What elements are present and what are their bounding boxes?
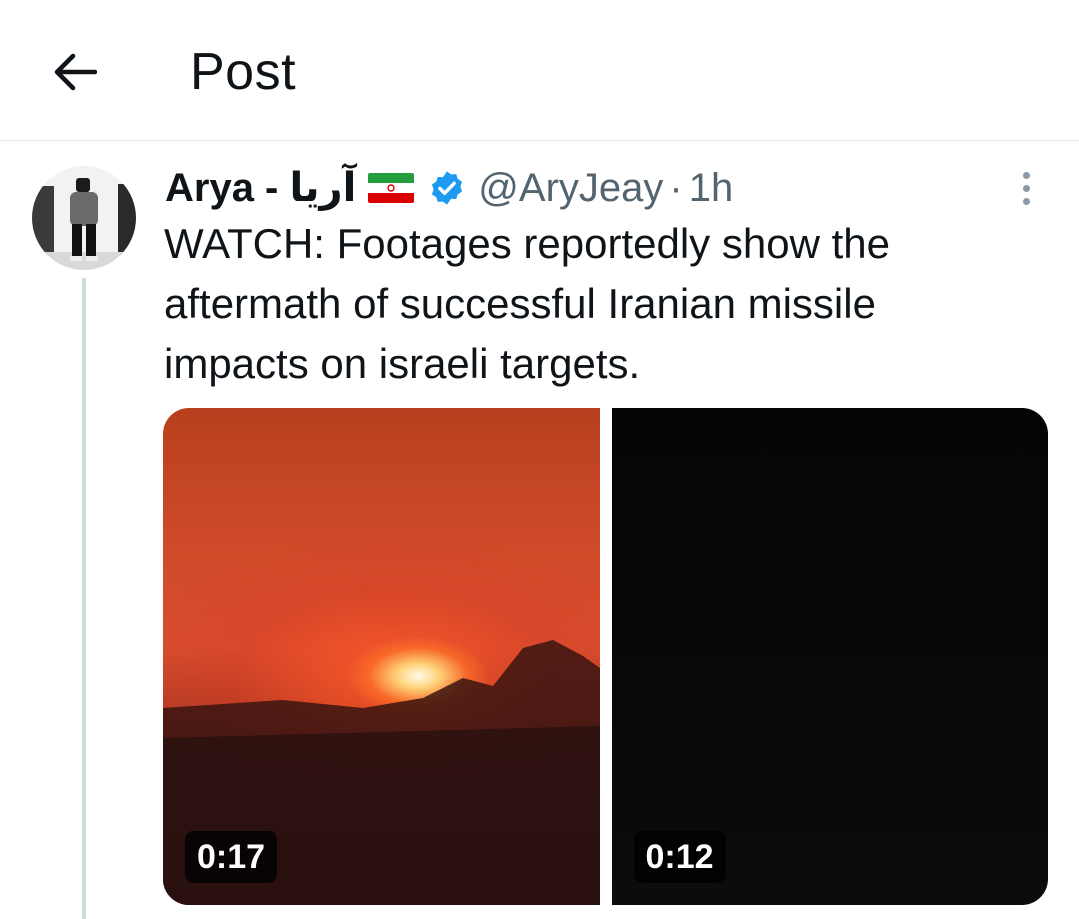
more-vertical-icon	[1022, 171, 1030, 179]
author-display-name[interactable]: Arya - آریا	[165, 165, 356, 211]
post-time[interactable]: 1h	[689, 166, 734, 211]
video-duration-badge: 0:12	[633, 831, 726, 883]
thread-line	[82, 278, 86, 919]
author-handle[interactable]: @AryJeay	[478, 166, 663, 211]
more-options-button[interactable]	[1008, 168, 1044, 208]
video-thumbnail-1[interactable]: 0:17	[163, 408, 600, 905]
avatar-photo	[32, 166, 136, 270]
iran-flag-icon	[368, 173, 415, 203]
video-duration-badge: 0:17	[185, 831, 278, 883]
author-row: Arya - آریا @AryJeay · 1h	[165, 163, 733, 213]
page-title: Post	[190, 43, 297, 101]
avatar[interactable]	[32, 166, 136, 270]
top-bar: Post	[0, 0, 1079, 141]
verified-badge-icon[interactable]	[428, 169, 466, 207]
post-text: WATCH: Footages reportedly show the afte…	[164, 214, 1044, 394]
video-thumbnail-2[interactable]: 0:12	[611, 408, 1048, 905]
post-text-line: aftermath of successful Iranian missile	[164, 280, 876, 327]
post-text-line: WATCH: Footages reportedly show the	[164, 220, 890, 267]
media-grid: 0:17 0:12	[163, 408, 1048, 905]
meta-separator: ·	[669, 165, 683, 210]
post-text-line: impacts on israeli targets.	[164, 340, 641, 387]
back-button[interactable]	[46, 44, 102, 100]
arrow-left-icon	[54, 53, 97, 91]
